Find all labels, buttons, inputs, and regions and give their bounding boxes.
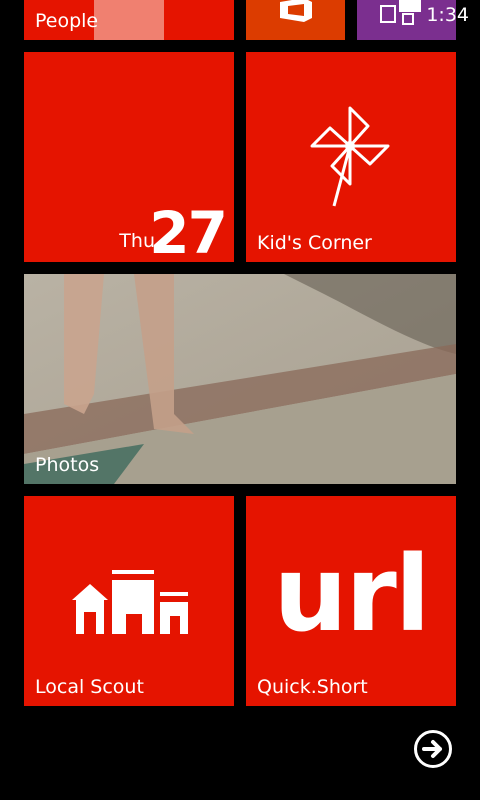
photos-image — [24, 274, 456, 484]
people-tile[interactable]: People — [24, 0, 234, 40]
url-logo-text: url — [273, 533, 431, 655]
office-tile[interactable] — [246, 0, 345, 40]
office-icon — [280, 0, 312, 22]
tile-glyph-icon — [380, 0, 421, 25]
kids-corner-label: Kid's Corner — [257, 232, 372, 254]
people-label: People — [35, 10, 99, 32]
status-time: 1:34 — [426, 4, 469, 26]
arrow-right-circle-icon[interactable] — [414, 730, 452, 768]
kids-corner-tile[interactable]: Kid's Corner — [246, 52, 456, 262]
calendar-tile[interactable]: Thu 27 — [24, 52, 234, 262]
local-scout-label: Local Scout — [35, 676, 144, 698]
quick-short-tile[interactable]: url Quick.Short — [246, 496, 456, 706]
photos-label: Photos — [35, 454, 100, 476]
buildings-icon — [72, 570, 188, 634]
pinwheel-icon — [310, 106, 390, 207]
quick-short-label: Quick.Short — [257, 676, 368, 698]
people-photo — [94, 0, 164, 40]
photos-tile[interactable]: Photos — [24, 274, 456, 484]
calendar-day-number: 27 — [149, 199, 228, 262]
local-scout-tile[interactable]: Local Scout — [24, 496, 234, 706]
